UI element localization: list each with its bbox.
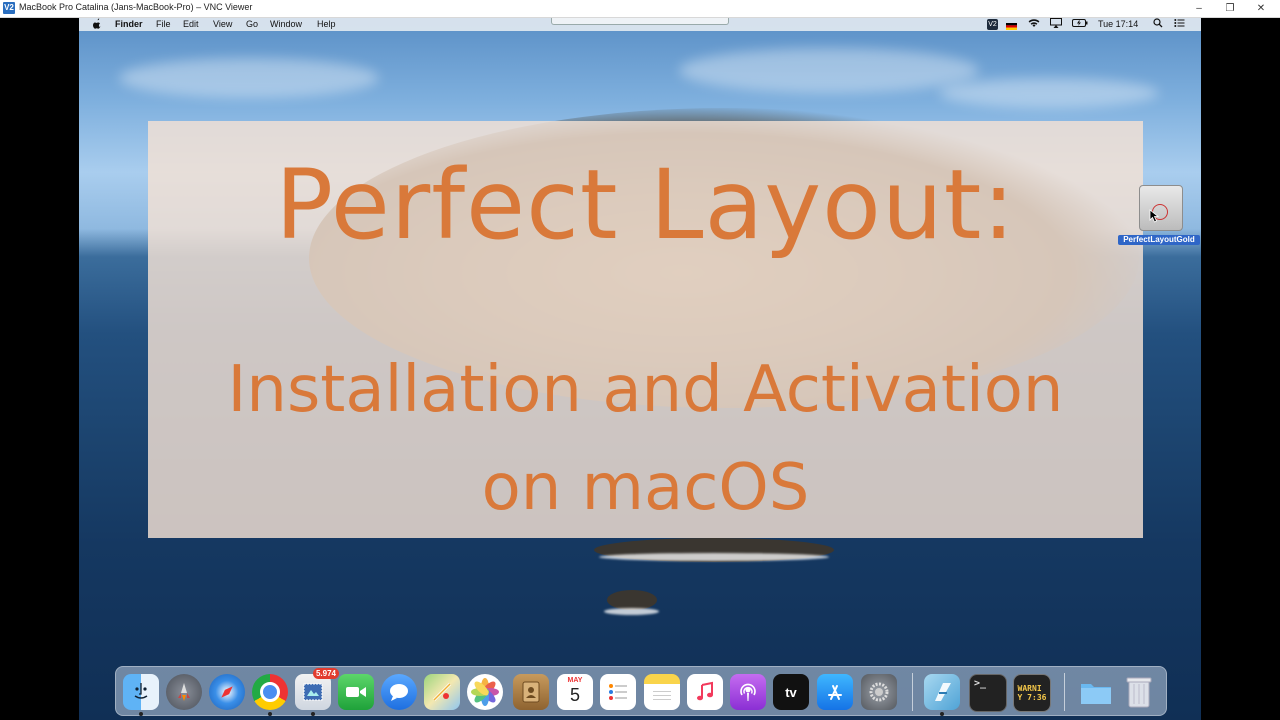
terminal-prompt: >_: [974, 678, 987, 689]
apple-tv-icon[interactable]: tv: [773, 674, 809, 710]
photos-icon[interactable]: [467, 674, 503, 710]
minimize-button[interactable]: –: [1184, 0, 1214, 17]
menu-window[interactable]: Window: [270, 18, 302, 31]
music-icon[interactable]: [687, 674, 723, 710]
desktop-disk-image-icon[interactable]: [1137, 185, 1183, 231]
console-icon[interactable]: WARNI Y 7:36: [1013, 674, 1051, 712]
mail-unread-badge: 5.974: [312, 668, 339, 679]
notes-icon[interactable]: [644, 674, 680, 710]
wifi-icon[interactable]: [1028, 18, 1040, 32]
disk-icon: [1139, 185, 1183, 231]
contacts-icon[interactable]: [513, 674, 549, 710]
wallpaper-cloud: [939, 78, 1159, 108]
chrome-icon[interactable]: [252, 674, 288, 716]
trash-icon[interactable]: [1121, 674, 1157, 710]
dock: 5.974 MAY 5 tv >_ WARNI Y 7:36: [115, 666, 1167, 716]
running-indicator: [268, 712, 272, 716]
wallpaper-cloud: [679, 48, 979, 93]
airplay-icon[interactable]: [1050, 18, 1062, 32]
german-flag-icon[interactable]: [1006, 21, 1017, 30]
calendar-icon[interactable]: MAY 5: [557, 674, 593, 710]
desktop-disk-label[interactable]: PerfectLayoutGold: [1118, 235, 1200, 245]
maps-icon[interactable]: [424, 674, 460, 710]
apple-tv-label: tv: [785, 684, 797, 700]
menu-go[interactable]: Go: [246, 18, 258, 31]
podcasts-icon[interactable]: [730, 674, 766, 710]
dock-separator: [912, 673, 913, 711]
vnc-viewer-icon: V2: [3, 2, 15, 14]
menu-edit[interactable]: Edit: [183, 18, 199, 31]
messages-icon[interactable]: [381, 674, 417, 710]
menu-clock[interactable]: Tue 17:14: [1098, 18, 1138, 31]
wallpaper-rock-small: [607, 590, 657, 610]
reminders-icon[interactable]: [600, 674, 636, 710]
wallpaper-cloud: [119, 58, 379, 98]
running-indicator: [940, 712, 944, 716]
spotlight-search-icon[interactable]: [1153, 18, 1163, 32]
dock-separator: [1064, 673, 1065, 711]
safari-icon[interactable]: [209, 674, 245, 710]
window-title: MacBook Pro Catalina (Jans-MacBook-Pro) …: [19, 2, 253, 12]
terminal-icon[interactable]: >_: [969, 674, 1007, 712]
perfect-layout-app-icon[interactable]: [924, 674, 960, 716]
wallpaper-surf: [604, 608, 659, 615]
menu-file[interactable]: File: [156, 18, 171, 31]
overlay-subtitle-line1: Installation and Activation: [227, 353, 1064, 427]
notification-center-icon[interactable]: [1174, 18, 1185, 32]
calendar-day: 5: [569, 685, 580, 705]
launchpad-icon[interactable]: [166, 674, 202, 710]
system-preferences-icon[interactable]: [861, 674, 897, 710]
apple-menu-icon[interactable]: [93, 18, 102, 33]
menu-view[interactable]: View: [213, 18, 232, 31]
restore-button[interactable]: ❐: [1215, 0, 1245, 17]
calendar-month: MAY: [567, 677, 583, 684]
menu-finder[interactable]: Finder: [115, 18, 143, 31]
mac-menu-bar: Finder File Edit View Go Window Help V2 …: [79, 18, 1201, 31]
overlay-title: Perfect Layout:: [275, 149, 1016, 261]
menu-help[interactable]: Help: [317, 18, 336, 31]
finder-icon[interactable]: [123, 674, 159, 716]
letterbox-right: [1201, 18, 1280, 720]
facetime-icon[interactable]: [338, 674, 374, 710]
chrome-center: [260, 682, 280, 702]
downloads-folder-icon[interactable]: [1078, 674, 1114, 710]
vnc-status-icon[interactable]: V2: [987, 19, 998, 30]
running-indicator: [139, 712, 143, 716]
console-text: WARNI Y 7:36: [1017, 684, 1047, 702]
letterbox-left: [0, 18, 79, 720]
app-store-icon[interactable]: [817, 674, 853, 710]
mail-stamp-icon[interactable]: 5.974: [295, 668, 339, 716]
vnc-toolbar-handle[interactable]: [551, 18, 729, 25]
mouse-cursor-icon: [1149, 209, 1159, 223]
wallpaper-surf: [599, 553, 829, 561]
title-overlay-card: Perfect Layout: Installation and Activat…: [148, 121, 1143, 538]
overlay-subtitle-line2: on macOS: [481, 451, 810, 525]
mac-desktop[interactable]: Finder File Edit View Go Window Help V2 …: [79, 18, 1201, 720]
vnc-window-titlebar: V2 MacBook Pro Catalina (Jans-MacBook-Pr…: [0, 0, 1280, 18]
running-indicator: [311, 712, 315, 716]
close-button[interactable]: ✕: [1246, 0, 1276, 17]
battery-icon[interactable]: [1072, 18, 1088, 32]
